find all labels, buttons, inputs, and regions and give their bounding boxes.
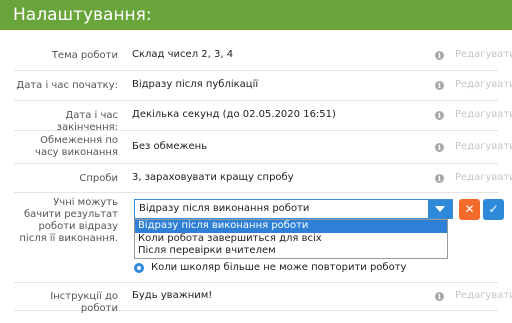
setting-value: Відразу після публікації — [132, 79, 259, 90]
info-icon[interactable]: i — [435, 292, 444, 301]
edit-link[interactable]: Редагувати — [455, 49, 512, 60]
dropdown-option[interactable]: Після перевірки вчителем — [135, 245, 447, 258]
setting-label: Спроби — [79, 173, 118, 184]
edit-link[interactable]: Редагувати — [455, 290, 512, 301]
setting-label: Дата і час початку: — [16, 80, 118, 91]
edit-link[interactable]: Редагувати — [455, 109, 512, 120]
setting-label: Учні можуть бачити результат роботи відр… — [19, 197, 118, 244]
setting-label: Обмеження по часу виконання — [35, 135, 118, 158]
setting-row-instructions: Інструкції до роботи Будь уважним! i Ред… — [14, 283, 512, 314]
setting-value: Будь уважним! — [132, 290, 213, 301]
info-icon[interactable]: i — [435, 51, 444, 60]
setting-row-topic: Тема роботи Склад чисел 2, 3, 4 i Редагу… — [14, 41, 512, 71]
setting-label: Інструкції до роботи — [50, 291, 118, 314]
setting-value: Без обмежень — [132, 141, 208, 152]
confirm-button[interactable]: ✓ — [483, 199, 504, 220]
results-visibility-select[interactable]: Відразу після виконання роботи — [134, 199, 453, 219]
info-icon[interactable]: i — [435, 143, 444, 152]
edit-link[interactable]: Редагувати — [455, 172, 512, 183]
chevron-down-icon[interactable] — [428, 200, 452, 218]
setting-label: Тема роботи — [51, 50, 118, 61]
info-icon[interactable]: i — [435, 81, 444, 90]
check-icon: ✓ — [488, 202, 499, 216]
cancel-button[interactable]: ✕ — [459, 199, 480, 220]
setting-value: Склад чисел 2, 3, 4 — [132, 49, 234, 60]
close-icon: ✕ — [464, 202, 475, 216]
setting-row-start-date: Дата і час початку: Відразу після публік… — [14, 71, 512, 101]
setting-row-end-date: Дата і час закінчення: Декілька секунд (… — [14, 101, 512, 133]
radio-label: Коли школяр більше не може повторити роб… — [151, 262, 407, 273]
page-title: Налаштування: — [0, 0, 512, 30]
radio-button[interactable] — [134, 263, 144, 273]
results-visibility-dropdown: Відразу після виконання роботи Коли робо… — [134, 219, 448, 259]
info-icon[interactable]: i — [435, 174, 444, 183]
setting-row-attempts: Спроби 3, зараховувати кращу спробу i Ре… — [14, 164, 512, 193]
edit-link[interactable]: Редагувати — [455, 141, 512, 152]
dropdown-option[interactable]: Відразу після виконання роботи — [135, 220, 447, 233]
setting-row-time-limit: Обмеження по часу виконання Без обмежень… — [14, 131, 512, 164]
setting-value: 3, зараховувати кращу спробу — [132, 172, 294, 183]
setting-value: Декілька секунд (до 02.05.2020 16:51) — [132, 109, 336, 120]
dropdown-option[interactable]: Коли робота завершиться для всіх — [135, 233, 447, 246]
info-icon[interactable]: i — [435, 111, 444, 120]
edit-link[interactable]: Редагувати — [455, 79, 512, 90]
